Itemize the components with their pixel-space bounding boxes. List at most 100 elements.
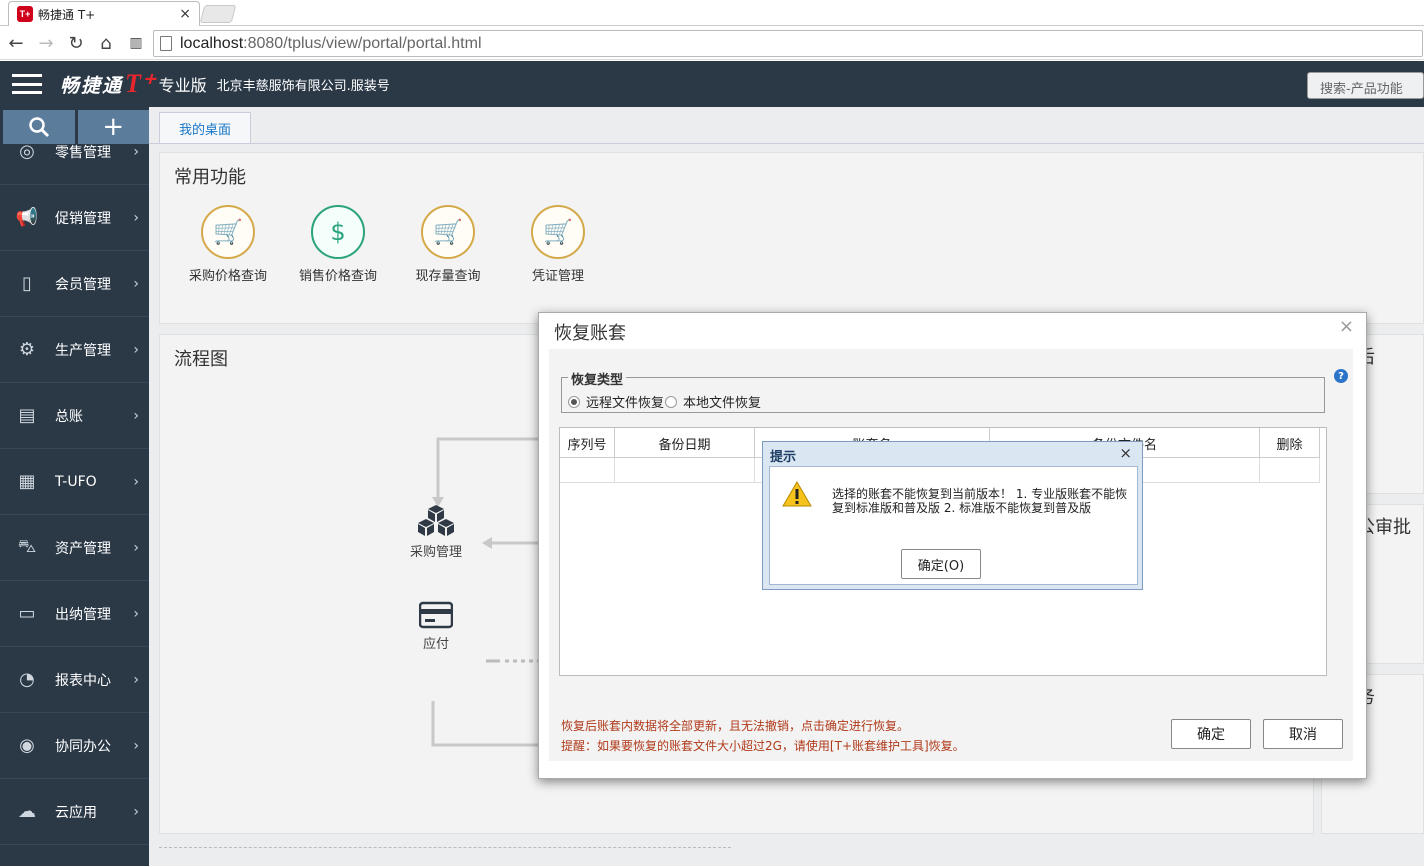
sidebar-item-icon: ▯ (22, 273, 32, 294)
sidebar-item[interactable]: ◎ 零售管理 › (0, 119, 149, 185)
sidebar-item[interactable]: 📢 促销管理 › (0, 185, 149, 251)
chevron-right-icon: › (133, 407, 139, 424)
sidebar-item-label: 促销管理 (55, 210, 111, 227)
sidebar-item[interactable]: ▤ 总账 › (0, 383, 149, 449)
restore-warning-note: 恢复后账套内数据将全部更新，且无法撤销，点击确定进行恢复。 (561, 719, 910, 733)
sidebar-item-label: 协同办公 (55, 738, 111, 755)
chevron-right-icon: › (133, 605, 139, 622)
flow-lines (431, 437, 540, 747)
trash-icon[interactable]: ▥ (122, 29, 150, 57)
bottom-dashed-line (159, 847, 731, 867)
app-header: 畅捷通 T⁺ 专业版 北京丰慈服饰有限公司.服装号 搜索-产品功能 (0, 61, 1424, 107)
browser-tabstrip: T+ 畅捷通 T+ × (0, 0, 1424, 26)
dialog-close-icon[interactable]: × (1339, 316, 1354, 337)
chevron-right-icon: › (133, 671, 139, 688)
url-path: :8080/tplus/view/portal/portal.html (243, 34, 482, 52)
browser-toolbar: ← → ↻ ⌂ ▥ localhost :8080/tplus/view/por… (0, 27, 1424, 60)
alert-message: 选择的账套不能恢复到当前版本！ 1. 专业版账套不能恢复到标准版和普及版 2. … (832, 487, 1128, 515)
sidebar-item[interactable]: ▭ 出纳管理 › (0, 581, 149, 647)
chevron-right-icon: › (133, 209, 139, 226)
common-functions-panel: 常用功能 🛒 采购价格查询 $ 销售价格查询 🛒 现存量查询 🛒 凭证管理 (159, 152, 1424, 324)
function-shortcut[interactable]: 🛒 现存量查询 (398, 205, 498, 284)
function-shortcut[interactable]: $ 销售价格查询 (288, 205, 388, 284)
cart-icon: 🛒 (531, 205, 585, 259)
function-label: 现存量查询 (415, 269, 481, 284)
help-icon[interactable]: ? (1334, 369, 1348, 383)
sidebar-item-icon: ▦ (18, 471, 36, 492)
sidebar-item-label: 生产管理 (55, 342, 111, 359)
forward-icon[interactable]: → (32, 29, 60, 57)
sidebar-item-icon: ◔ (19, 669, 35, 690)
sidebar-item[interactable]: ☁ 云应用 › (0, 779, 149, 845)
menu-icon[interactable] (12, 74, 42, 94)
browser-tab-title: 畅捷通 T+ (38, 7, 96, 22)
common-functions-title: 常用功能 (174, 167, 246, 188)
radio-remote-restore[interactable]: 远程文件恢复 (568, 392, 664, 411)
reload-icon[interactable]: ↻ (62, 29, 90, 57)
radio-dot[interactable] (665, 395, 677, 408)
alert-title: 提示 (770, 450, 797, 465)
column-header: 序列号 (560, 428, 615, 458)
sidebar-item-label: T-UFO (55, 473, 97, 490)
sidebar-item[interactable]: ⚙ 生产管理 › (0, 317, 149, 383)
sidebar-item-label: 会员管理 (55, 276, 111, 293)
sidebar-item-icon: ⛍ (17, 535, 37, 557)
function-label: 销售价格查询 (298, 269, 377, 284)
cart-icon: 🛒 (201, 205, 255, 259)
tab-my-desktop[interactable]: 我的桌面 (159, 112, 251, 144)
sidebar-item-icon: ⚙ (18, 339, 36, 360)
sidebar-item-label: 出纳管理 (55, 606, 111, 623)
radio-label: 本地文件恢复 (683, 396, 762, 411)
sidebar: + ◎ 零售管理 › 📢 促销管理 › ▯ 会员管理 › ⚙ 生产管理 › ▤ 总账 › ▦ T-UFO › ⛍ 资产… (0, 107, 149, 866)
address-bar[interactable]: localhost :8080/tplus/view/portal/portal… (153, 30, 1423, 57)
sidebar-item-label: 总账 (55, 408, 83, 425)
new-tab-button[interactable] (199, 5, 237, 23)
sidebar-item-icon: ◎ (19, 141, 35, 162)
warning-icon (782, 481, 812, 507)
home-icon[interactable]: ⌂ (92, 29, 120, 57)
radio-label: 远程文件恢复 (586, 396, 665, 411)
function-shortcut[interactable]: 🛒 采购价格查询 (178, 205, 278, 284)
flow-node-label: 采购管理 (409, 545, 462, 560)
dialog-title: 恢复账套 (554, 323, 626, 344)
app-logo-tplus: T⁺ (125, 69, 155, 98)
dialog-cancel-button[interactable]: 取消 (1263, 719, 1343, 749)
sidebar-item-icon: ▭ (18, 603, 36, 624)
radio-dot[interactable] (568, 395, 580, 408)
sidebar-item[interactable]: ▯ 会员管理 › (0, 251, 149, 317)
back-icon[interactable]: ← (2, 29, 30, 57)
sidebar-item[interactable]: ◉ 协同办公 › (0, 713, 149, 779)
browser-tab[interactable]: T+ 畅捷通 T+ × (8, 1, 200, 26)
sidebar-item[interactable]: ▦ T-UFO › (0, 449, 149, 515)
dialog-ok-button[interactable]: 确定 (1171, 719, 1251, 749)
function-label: 凭证管理 (531, 269, 584, 284)
chevron-right-icon: › (133, 341, 139, 358)
sidebar-item[interactable]: ◔ 报表中心 › (0, 647, 149, 713)
sidebar-item-label: 资产管理 (55, 540, 111, 557)
sidebar-item-label: 零售管理 (55, 144, 111, 161)
url-host: localhost (180, 34, 244, 52)
alert-ok-button[interactable]: 确定(O) (901, 549, 981, 579)
alert-close-icon[interactable]: × (1119, 444, 1132, 462)
function-shortcut[interactable]: 🛒 凭证管理 (508, 205, 608, 284)
column-header: 备份日期 (615, 428, 755, 458)
flow-node-purchase[interactable]: 采购管理 (400, 503, 472, 560)
tab-close-icon[interactable]: × (179, 6, 191, 22)
page-icon (160, 36, 172, 51)
sidebar-item-icon: ▤ (18, 405, 36, 426)
chevron-right-icon: › (133, 803, 139, 820)
flow-node-payable[interactable]: 应付 (400, 601, 472, 652)
chevron-right-icon: › (133, 473, 139, 490)
document-icon: $ (311, 205, 365, 259)
radio-local-restore[interactable]: 本地文件恢复 (665, 392, 761, 411)
company-name: 北京丰慈服饰有限公司.服装号 (216, 78, 390, 94)
sidebar-item[interactable]: ⛍ 资产管理 › (0, 515, 149, 581)
app-logo: 畅捷通 (60, 74, 124, 97)
edition-label: 专业版 (158, 76, 207, 95)
product-search-input[interactable]: 搜索-产品功能 (1307, 72, 1424, 99)
cubes-icon (418, 505, 454, 536)
sidebar-item-label: 报表中心 (55, 672, 111, 689)
chevron-right-icon: › (133, 737, 139, 754)
sidebar-item-icon: ◉ (19, 735, 35, 756)
restore-type-legend: 恢复类型 (568, 369, 627, 388)
